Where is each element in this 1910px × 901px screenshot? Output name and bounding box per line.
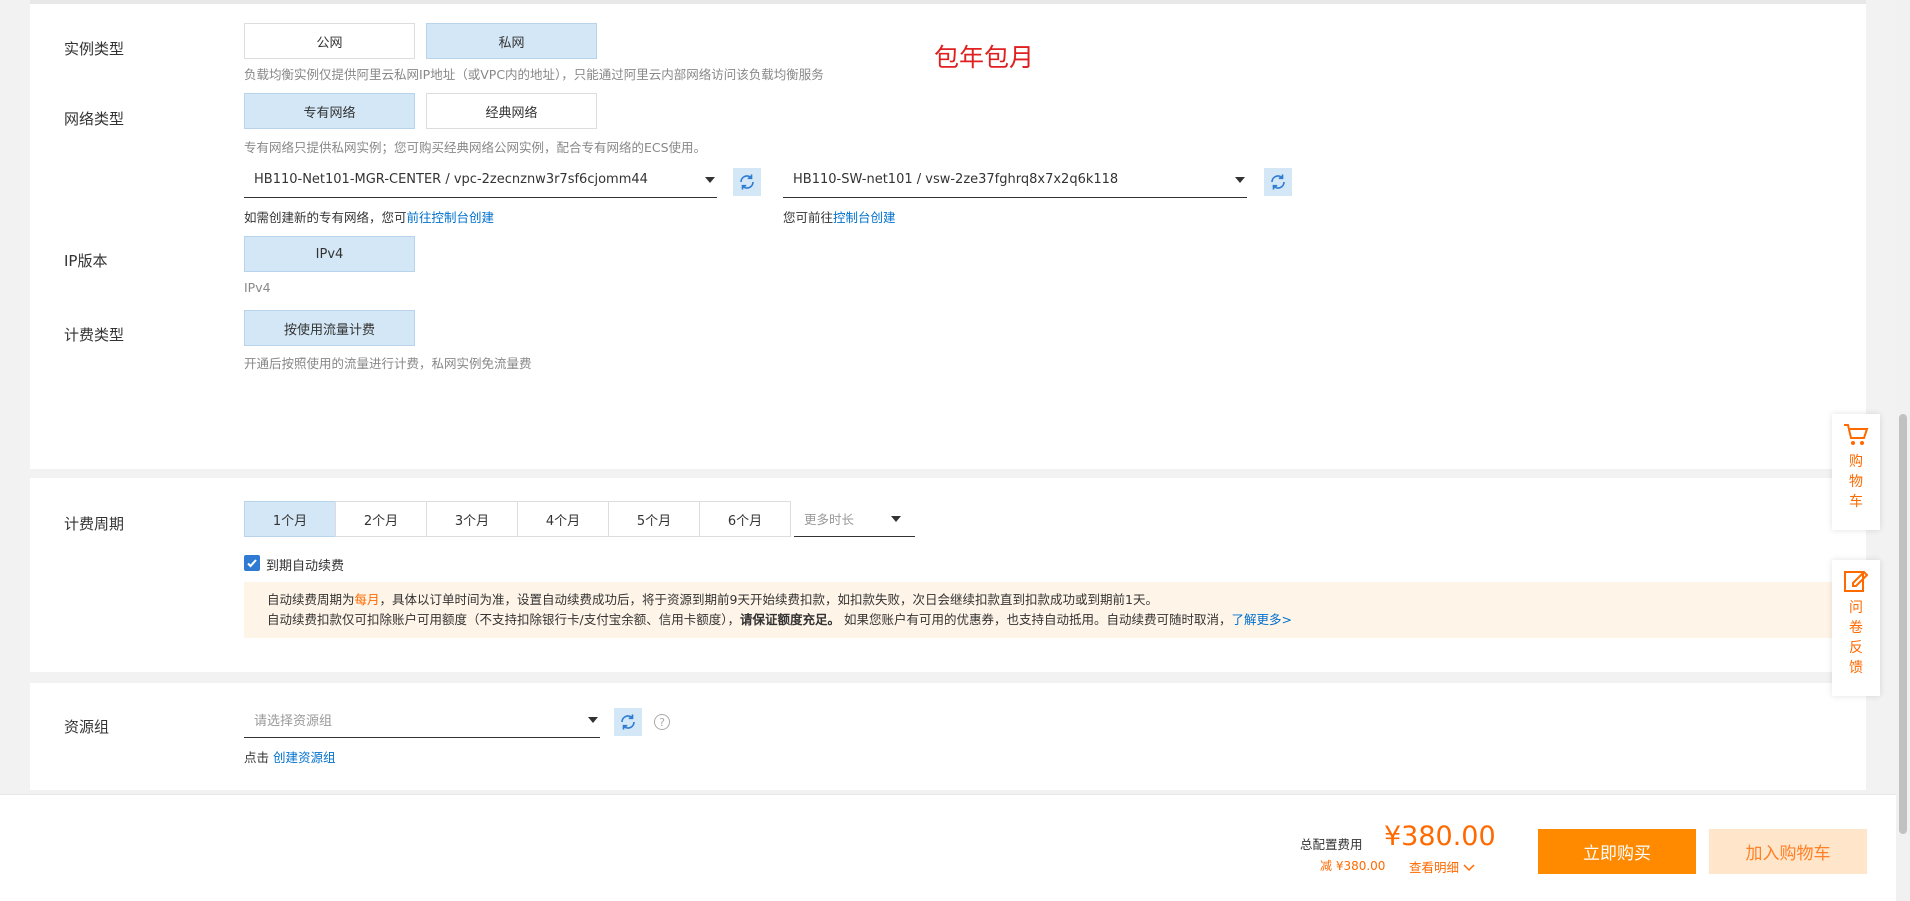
cycle-option-6[interactable]: 6个月 bbox=[699, 501, 791, 537]
resource-group-select[interactable]: 请选择资源组 bbox=[244, 702, 600, 738]
billing-type-traffic[interactable]: 按使用流量计费 bbox=[244, 310, 415, 346]
instance-type-label: 实例类型 bbox=[64, 40, 125, 58]
cycle-option-2[interactable]: 2个月 bbox=[335, 501, 427, 537]
chevron-down-icon bbox=[1463, 864, 1475, 872]
network-type-vpc[interactable]: 专有网络 bbox=[244, 93, 415, 129]
vswitch-create-link[interactable]: 控制台创建 bbox=[833, 210, 896, 225]
vswitch-select[interactable]: HB110-SW-net101 / vsw-2ze37fghrq8x7x2q6k… bbox=[783, 162, 1247, 198]
more-duration-select[interactable]: 更多时长 bbox=[794, 501, 915, 537]
price-label: 总配置费用 bbox=[1300, 837, 1363, 852]
auto-renew-notice: 自动续费周期为每月，具体以订单时间为准，设置自动续费成功后，将于资源到期前9天开… bbox=[244, 582, 1836, 638]
vpc-select-value: HB110-Net101-MGR-CENTER / vpc-2zecnznw3r… bbox=[254, 172, 648, 187]
cycle-option-3[interactable]: 3个月 bbox=[426, 501, 518, 537]
refresh-icon bbox=[1271, 174, 1285, 190]
refresh-icon bbox=[621, 714, 635, 730]
network-type-classic[interactable]: 经典网络 bbox=[426, 93, 597, 129]
add-to-cart-button[interactable]: 加入购物车 bbox=[1709, 829, 1867, 874]
instance-type-help: 负载均衡实例仅提供阿里云私网IP地址（或VPC内的地址），只能通过阿里云内部网络… bbox=[244, 67, 824, 82]
chevron-down-icon bbox=[891, 516, 901, 522]
network-type-help: 专有网络只提供私网实例；您可购买经典网络公网实例，配合专有网络的ECS使用。 bbox=[244, 140, 707, 155]
vpc-refresh-button[interactable] bbox=[733, 168, 761, 196]
order-footer: 总配置费用 ¥380.00 减 ¥380.00 查看明细 立即购买 加入购物车 bbox=[0, 794, 1896, 901]
billing-cycle-label: 计费周期 bbox=[64, 515, 125, 533]
vpc-help: 如需创建新的专有网络，您可前往控制台创建 bbox=[244, 210, 495, 225]
cycle-option-1[interactable]: 1个月 bbox=[244, 501, 336, 537]
vswitch-select-value: HB110-SW-net101 / vsw-2ze37fghrq8x7x2q6k… bbox=[793, 172, 1119, 187]
ip-version-help: IPv4 bbox=[244, 280, 271, 295]
discount-amount: 减 ¥380.00 bbox=[1320, 859, 1386, 873]
vpc-create-link[interactable]: 前往控制台创建 bbox=[407, 210, 495, 225]
cart-icon bbox=[1844, 424, 1869, 445]
instance-type-public[interactable]: 公网 bbox=[244, 23, 415, 59]
scrollbar-thumb[interactable] bbox=[1899, 414, 1907, 834]
vpc-select[interactable]: HB110-Net101-MGR-CENTER / vpc-2zecnznw3r… bbox=[244, 162, 717, 198]
total-price: ¥380.00 bbox=[1384, 821, 1496, 852]
vswitch-refresh-button[interactable] bbox=[1264, 168, 1292, 196]
instance-type-private[interactable]: 私网 bbox=[426, 23, 597, 59]
notice-line-2: 自动续费扣款仅可扣除账户可用额度（不支持扣除银行卡/支付宝余额、信用卡额度），请… bbox=[267, 612, 1292, 627]
help-icon[interactable]: ? bbox=[654, 714, 670, 730]
vswitch-help: 您可前往控制台创建 bbox=[783, 210, 896, 225]
auto-renew-label: 到期自动续费 bbox=[266, 559, 345, 574]
float-feedback-label: 问卷反馈 bbox=[1849, 600, 1863, 676]
cycle-option-5[interactable]: 5个月 bbox=[608, 501, 700, 537]
resource-group-placeholder: 请选择资源组 bbox=[254, 714, 333, 729]
view-detail-link[interactable]: 查看明细 bbox=[1409, 857, 1475, 876]
resource-group-refresh-button[interactable] bbox=[614, 708, 642, 736]
billing-cycle-panel: 计费周期 1个月 2个月 3个月 4个月 5个月 6个月 更多时长 到期自动续费 bbox=[30, 478, 1866, 672]
chevron-down-icon bbox=[588, 717, 598, 723]
ip-version-ipv4[interactable]: IPv4 bbox=[244, 236, 415, 272]
chevron-down-icon bbox=[705, 177, 715, 183]
more-duration-value: 更多时长 bbox=[804, 512, 855, 527]
ip-version-label: IP版本 bbox=[64, 252, 108, 270]
learn-more-link[interactable]: 了解更多> bbox=[1231, 612, 1291, 627]
refresh-icon bbox=[740, 174, 754, 190]
network-type-label: 网络类型 bbox=[64, 110, 125, 128]
billing-type-label: 计费类型 bbox=[64, 326, 125, 344]
float-cart-widget[interactable]: 购物车 bbox=[1832, 414, 1880, 530]
resource-group-help: 点击 创建资源组 bbox=[244, 750, 336, 765]
resource-group-label: 资源组 bbox=[64, 718, 110, 736]
chevron-down-icon bbox=[1235, 177, 1245, 183]
create-resource-group-link[interactable]: 创建资源组 bbox=[273, 750, 336, 765]
edit-icon bbox=[1844, 570, 1869, 592]
scrollbar[interactable] bbox=[1896, 0, 1910, 901]
notice-line-1: 自动续费周期为每月，具体以订单时间为准，设置自动续费成功后，将于资源到期前9天开… bbox=[267, 592, 1158, 607]
cycle-option-4[interactable]: 4个月 bbox=[517, 501, 609, 537]
check-icon bbox=[247, 559, 257, 568]
promo-text: 包年包月 bbox=[934, 43, 1035, 72]
float-feedback-widget[interactable]: 问卷反馈 bbox=[1832, 560, 1880, 696]
auto-renew-checkbox[interactable] bbox=[244, 555, 260, 571]
resource-group-panel: 资源组 请选择资源组 ? 点击 创建资源组 bbox=[30, 683, 1866, 790]
billing-type-help: 开通后按照使用的流量进行计费，私网实例免流量费 bbox=[244, 356, 532, 371]
buy-now-button[interactable]: 立即购买 bbox=[1538, 829, 1696, 874]
float-cart-label: 购物车 bbox=[1849, 454, 1863, 510]
